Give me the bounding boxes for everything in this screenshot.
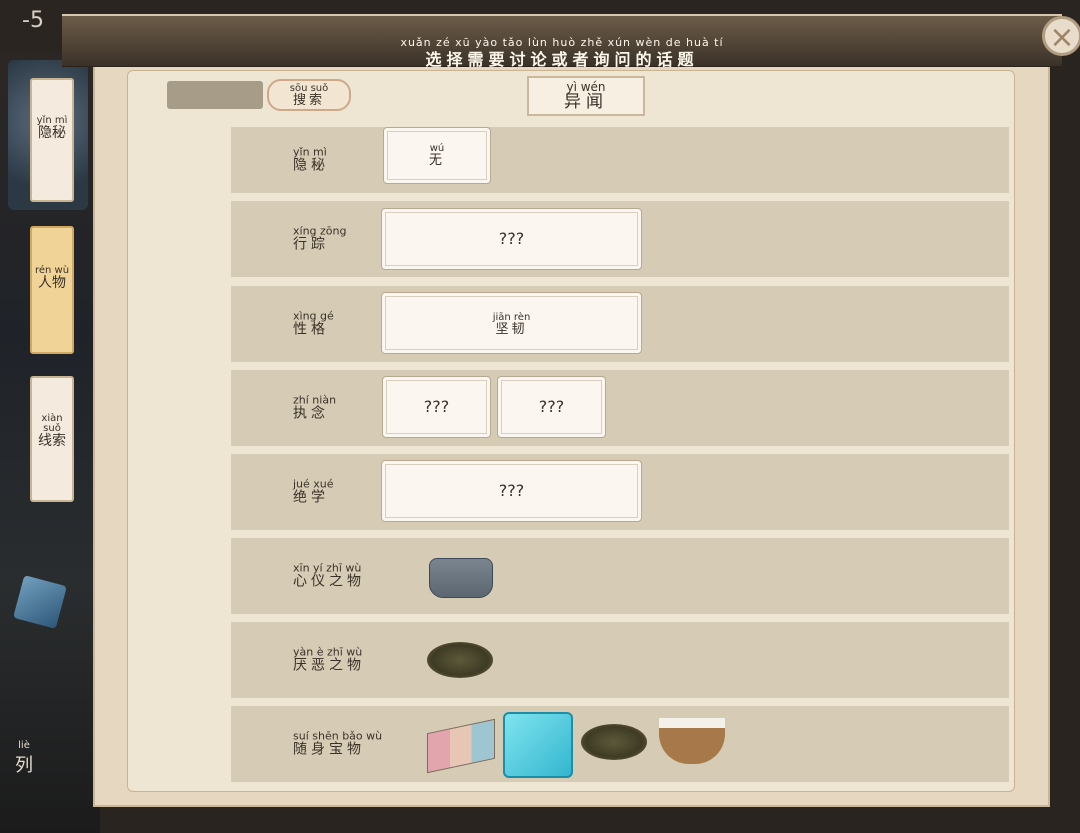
row-label: suí shēn bǎo wù 随身宝物 — [293, 731, 393, 758]
row-label-text: 心仪之物 — [293, 573, 365, 590]
topic-row-xingge: xìng gé 性格 jiān rèn 坚韧 — [231, 286, 1009, 362]
banner-title: 选择需要讨论或者询问的话题 — [425, 50, 699, 69]
cotton-basket-icon[interactable] — [659, 718, 725, 764]
row-label-pinyin: yǐn mì — [293, 145, 327, 159]
side-bottom-list[interactable]: liè 列 — [6, 740, 42, 777]
card-text: 坚韧 — [495, 322, 528, 337]
topic-row-suishen: suí shēn bǎo wù 随身宝物 — [231, 706, 1009, 782]
row-label: yàn è zhī wù 厌恶之物 — [293, 647, 393, 674]
topic-row-zhinian: zhí niàn 执念 ??? ??? — [231, 370, 1009, 446]
side-bottom-label: 列 — [15, 755, 33, 776]
topic-row-xingzong: xíng zōng 行踪 ??? — [231, 201, 1009, 277]
row-label-pinyin: xīn yí zhī wù — [293, 561, 362, 575]
row-label-pinyin: jué xué — [293, 477, 334, 491]
topic-card[interactable]: ??? — [382, 376, 491, 438]
row-label-pinyin: xìng gé — [293, 309, 334, 323]
row-label: jué xué 绝学 — [293, 479, 393, 506]
row-label-pinyin: zhí niàn — [293, 393, 337, 407]
rubbish-icon[interactable] — [427, 642, 493, 678]
tab-yiwen[interactable]: yì wén 异闻 — [527, 76, 645, 116]
row-label: xìng gé 性格 — [293, 311, 393, 338]
side-tab-label: 隐秘 — [38, 125, 66, 141]
topic-row-yinmi: yǐn mì 隐秘 wú 无 — [231, 127, 1009, 193]
row-label-text: 性格 — [293, 321, 329, 338]
counter-value: -5 — [22, 8, 44, 33]
row-label: yǐn mì 隐秘 — [293, 147, 393, 174]
topic-row-xinyi: xīn yí zhī wù 心仪之物 — [231, 538, 1009, 614]
side-tab-label: 线索 — [38, 433, 66, 449]
close-button[interactable]: × — [1042, 16, 1080, 56]
title-banner: xuǎn zé xū yào tǎo lùn huò zhě xún wèn d… — [62, 14, 1062, 69]
topic-card[interactable]: wú 无 — [383, 127, 491, 184]
search-button-label: 搜索 — [292, 93, 325, 108]
topic-card[interactable]: ??? — [381, 208, 642, 270]
topic-card[interactable]: ??? — [497, 376, 606, 438]
books-icon[interactable] — [427, 718, 495, 774]
header-tab-label: 异闻 — [564, 92, 608, 112]
topic-card[interactable]: jiān rèn 坚韧 — [381, 292, 642, 354]
topic-panel: sōu suǒ 搜索 yì wén 异闻 yǐn mì 隐秘 wú 无 xíng… — [93, 52, 1050, 807]
row-label-text: 行踪 — [293, 236, 329, 253]
side-bottom-pinyin: liè — [18, 740, 30, 751]
topic-row-juexue: jué xué 绝学 ??? — [231, 454, 1009, 530]
row-label-text: 随身宝物 — [293, 741, 365, 758]
row-label: xīn yí zhī wù 心仪之物 — [293, 563, 393, 590]
rubbish-icon[interactable] — [581, 724, 647, 760]
search-button[interactable]: sōu suǒ 搜索 — [267, 79, 351, 111]
row-label-text: 隐秘 — [293, 157, 329, 174]
side-tab-xiansuo[interactable]: xiàn suǒ 线索 — [30, 376, 74, 502]
row-label-text: 绝学 — [293, 489, 329, 506]
side-tab-label: 人物 — [38, 275, 66, 291]
topic-row-yane: yàn è zhī wù 厌恶之物 — [231, 622, 1009, 698]
row-label-pinyin: xíng zōng — [293, 224, 347, 238]
row-label-pinyin: suí shēn bǎo wù — [293, 729, 383, 743]
row-label: zhí niàn 执念 — [293, 395, 393, 422]
clothes-icon[interactable] — [429, 558, 493, 598]
row-label-text: 执念 — [293, 405, 329, 422]
card-text: 无 — [428, 153, 445, 168]
side-tab-renwu[interactable]: rén wù 人物 — [30, 226, 74, 354]
search-input[interactable] — [167, 81, 263, 109]
topic-card[interactable]: ??? — [381, 460, 642, 522]
row-label-pinyin: yàn è zhī wù — [293, 645, 363, 659]
row-label: xíng zōng 行踪 — [293, 226, 393, 253]
side-tab-pinyin: xiàn suǒ — [41, 413, 63, 434]
row-label-text: 厌恶之物 — [293, 657, 365, 674]
side-tab-yinmi[interactable]: yǐn mì 隐秘 — [30, 78, 74, 202]
ice-block-icon[interactable] — [503, 712, 573, 778]
